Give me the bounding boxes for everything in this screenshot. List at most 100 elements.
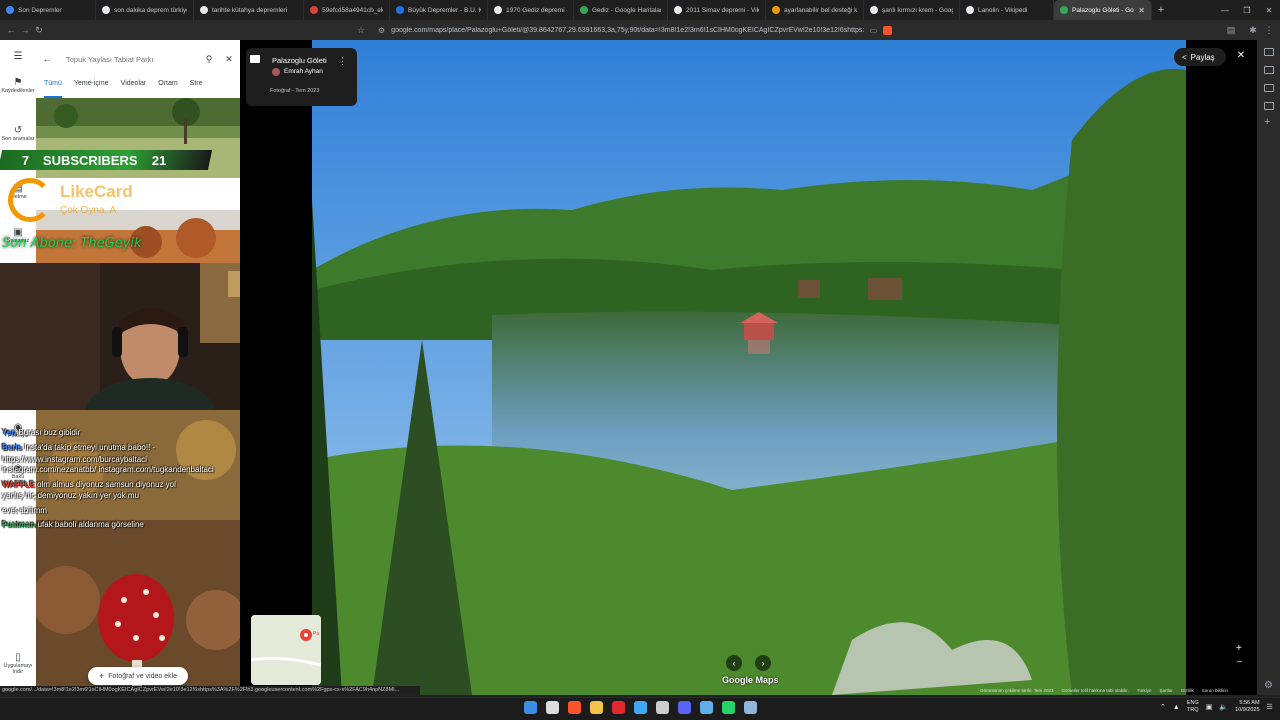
category-tab[interactable]: Stre (190, 80, 203, 98)
footer-link[interactable]: Gizlilik (1181, 688, 1194, 693)
category-tab[interactable]: Yeme-içme (74, 80, 109, 98)
menu-icon[interactable]: ⋮ (1262, 25, 1276, 36)
next-photo-icon[interactable]: › (755, 655, 771, 671)
photo-viewer[interactable] (240, 40, 1257, 695)
browser-tab[interactable]: ayarlanabilir bel desteği kre (766, 0, 864, 20)
browser-tab[interactable]: 2011 Simav depremi - Vikip (668, 0, 766, 20)
brave-browser-icon[interactable] (568, 701, 581, 714)
windows-start-icon[interactable] (524, 701, 537, 714)
author-name[interactable]: Emrah Ayhan (284, 68, 323, 75)
category-tab[interactable]: Videolar (121, 80, 147, 98)
restore-icon[interactable]: ❐ (1236, 6, 1258, 15)
subscriber-count-left: 7 (22, 152, 30, 168)
tray-network-icon[interactable]: ▲ (1173, 704, 1180, 711)
close-window-icon[interactable]: ✕ (1258, 6, 1280, 15)
discord-icon[interactable] (678, 701, 691, 714)
chat-username: BarIs (2, 443, 23, 452)
cast-icon[interactable]: ▭ (870, 26, 878, 35)
site-info-icon[interactable]: ⚙ (378, 26, 385, 35)
store-icon[interactable] (634, 701, 647, 714)
footer-link[interactable]: Türkiye (1137, 688, 1152, 693)
sponsor-logo (8, 178, 52, 222)
zoom-out-icon[interactable]: – (1237, 656, 1242, 666)
author-avatar[interactable] (272, 68, 280, 76)
browser-tab[interactable]: Lanolin - Vikipedi (960, 0, 1054, 20)
share-button[interactable]: < Paylaş (1174, 48, 1226, 66)
back-icon[interactable]: ← (4, 25, 18, 35)
close-viewer-icon[interactable]: ✕ (1235, 50, 1247, 62)
search-icon[interactable] (546, 701, 559, 714)
add-photo-video-button[interactable]: + Fotoğraf ve video ekle (88, 667, 188, 685)
footer-link[interactable]: Şartlar (1160, 688, 1173, 693)
nav-item[interactable]: ↺ Son aramalar (0, 125, 36, 143)
new-tab-button[interactable]: + (1152, 4, 1170, 16)
steam-icon[interactable] (700, 701, 713, 714)
whatsapp-icon[interactable] (722, 701, 735, 714)
browser-tab[interactable]: şanlı kırmızı krem - Google (864, 0, 960, 20)
back-arrow-icon[interactable]: ← (36, 54, 58, 64)
reload-icon[interactable]: ↻ (32, 25, 46, 36)
minimize-icon[interactable]: — (1214, 6, 1236, 15)
address-bar[interactable]: ⚙ google.com/maps/place/Palazoglu+Göleti… (372, 22, 892, 38)
nav-hamburger[interactable]: ☰ (0, 52, 36, 62)
footer-link[interactable]: Sorun bildirin (1202, 688, 1228, 693)
category-tab[interactable]: Tümü (44, 80, 62, 98)
volume-icon[interactable]: 🔈 (1219, 703, 1228, 711)
display-icon[interactable]: ▣ (1206, 703, 1213, 711)
clock[interactable]: 5:56 AM 10/9/2025 (1235, 700, 1259, 714)
zoom-in-icon[interactable]: + (1236, 643, 1242, 654)
mini-map[interactable]: Pa (251, 615, 321, 685)
tab-title: 1970 Gediz depremi - Vikip (506, 6, 567, 14)
brave-shield-icon[interactable] (883, 25, 892, 35)
rail-settings-icon[interactable]: ⚙ (1264, 680, 1273, 691)
file-explorer-icon[interactable] (590, 701, 603, 714)
rail-add-icon[interactable]: + (1264, 116, 1270, 128)
notifications-icon[interactable]: ☰ (1267, 703, 1273, 711)
nav-item[interactable]: ▯ Uygulamayı indir (0, 653, 36, 676)
notepad-icon[interactable] (744, 701, 757, 714)
browser-tab[interactable]: Palazoglu Göleti - Goo ✕ (1054, 0, 1152, 20)
hamburger-icon[interactable]: ☰ (0, 52, 36, 62)
bookmark-star-icon[interactable]: ☆ (354, 25, 368, 36)
more-options-icon[interactable]: ⋮ (338, 56, 347, 67)
close-icon[interactable]: ✕ (218, 54, 240, 65)
tab-title: Lanolin - Vikipedi (978, 6, 1028, 14)
browser-tab-strip: Son Depremler son dakika deprem türkiye ta… (0, 0, 1280, 20)
tray-chevron-icon[interactable]: ⌃ (1160, 703, 1166, 711)
obs-icon[interactable] (656, 701, 669, 714)
browser-tab[interactable]: tarihte kütahya depremleri (194, 0, 304, 20)
browser-tab[interactable]: 59efcd58a4941cb_ek.pdf (304, 0, 390, 20)
browser-tab[interactable]: son dakika deprem türkiye (96, 0, 194, 20)
history-icon: ↺ (13, 125, 23, 136)
browser-tab[interactable]: Son Depremler (0, 0, 96, 20)
chat-username: WAFFLE (2, 480, 35, 489)
clock-date: 10/9/2025 (1235, 707, 1260, 713)
previous-photo-icon[interactable]: ‹ (726, 655, 742, 671)
rail-window-icon[interactable] (1264, 66, 1274, 74)
opera-icon[interactable] (612, 701, 625, 714)
browser-tab[interactable]: Gediz - Google Haritalar (574, 0, 668, 20)
rail-reader-icon[interactable] (1264, 84, 1274, 92)
photo-category-tabs: Tümü Yeme-içme Videolar Ortam Stre (36, 80, 240, 98)
place-title[interactable]: Palazoglu Göleti (272, 56, 327, 65)
browser-tab[interactable]: 1970 Gediz depremi - Vikip (488, 0, 574, 20)
rail-tabs-icon[interactable] (1264, 48, 1274, 56)
install-icon[interactable]: ▤ (1224, 25, 1238, 36)
bookmark-icon: ⚑ (13, 77, 23, 88)
maps-search-bar[interactable]: ← ⚲ ✕ (36, 46, 240, 72)
search-input[interactable] (66, 54, 166, 64)
language-indicator[interactable]: ENG TRQ (1187, 700, 1199, 714)
close-tab-icon[interactable]: ✕ (1138, 6, 1145, 15)
forward-icon[interactable]: → (18, 25, 32, 35)
extensions-icon[interactable]: ✱ (1246, 25, 1260, 36)
collapse-panel-icon[interactable] (250, 55, 260, 63)
share-icon: < (1182, 52, 1187, 62)
tab-favicon-icon (396, 6, 404, 14)
search-icon[interactable]: ⚲ (200, 54, 218, 65)
category-tab[interactable]: Ortam (158, 80, 177, 98)
nav-item[interactable]: ⚑ Kaydedilenler (0, 77, 36, 95)
footer-link: Görüntünün çekilme tarihi: Tem 2023 (980, 688, 1054, 693)
browser-tab[interactable]: Büyük Depremler - B.Ü. KR (390, 0, 488, 20)
rail-bookmarks-icon[interactable] (1264, 102, 1274, 110)
nav-item-label: Uygulamayı indir (3, 663, 33, 675)
